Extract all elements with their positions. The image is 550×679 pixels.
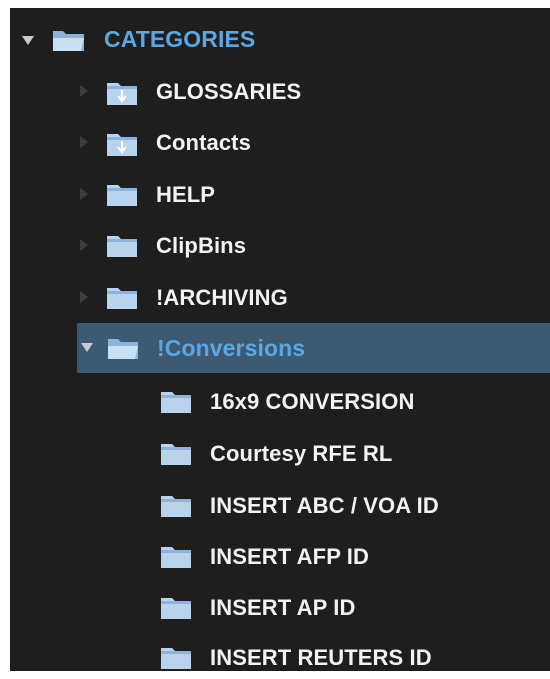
tree-item-label[interactable]: Contacts <box>156 130 251 156</box>
tree-child-label[interactable]: Courtesy RFE RL <box>210 441 392 467</box>
tree-row-insert-abc-voa-id[interactable]: INSERT ABC / VOA ID <box>10 478 550 528</box>
folder-open-icon <box>108 339 138 359</box>
tree-child-label[interactable]: INSERT AP ID <box>210 595 355 621</box>
expand-right-triangle-icon[interactable] <box>80 85 88 97</box>
tree-row-insert-afp-id[interactable]: INSERT AFP ID <box>10 529 550 579</box>
folder-icon <box>161 444 191 465</box>
tree-row-insert-ap-id[interactable]: INSERT AP ID <box>10 580 550 630</box>
tree-row-contacts[interactable]: Contacts <box>10 116 550 166</box>
folder-open-icon <box>53 31 84 51</box>
folder-download-icon <box>107 83 137 105</box>
tree-root-label[interactable]: CATEGORIES <box>104 26 255 53</box>
tree-row-16x9-conversion[interactable]: 16x9 CONVERSION <box>10 374 550 424</box>
tree-row-help[interactable]: HELP <box>10 168 550 218</box>
tree-item-label[interactable]: !ARCHIVING <box>156 285 288 311</box>
tree-row-archiving[interactable]: !ARCHIVING <box>10 271 550 321</box>
tree-item-label[interactable]: GLOSSARIES <box>156 79 301 105</box>
tree-child-label[interactable]: INSERT AFP ID <box>210 544 369 570</box>
tree-row-clipbins[interactable]: ClipBins <box>10 219 550 269</box>
folder-icon <box>161 648 191 669</box>
tree-item-label[interactable]: !Conversions <box>157 335 305 362</box>
tree-child-label[interactable]: INSERT REUTERS ID <box>210 645 432 671</box>
category-tree-panel: CATEGORIES GLOSSARIES Contacts HELP Clip… <box>10 8 550 671</box>
folder-icon <box>161 496 191 517</box>
folder-icon <box>107 185 137 206</box>
folder-icon <box>107 236 137 257</box>
expand-right-triangle-icon[interactable] <box>80 239 88 251</box>
expand-right-triangle-icon[interactable] <box>80 136 88 148</box>
folder-icon <box>161 392 191 413</box>
expand-down-triangle-icon[interactable] <box>22 36 34 45</box>
tree-item-label[interactable]: HELP <box>156 182 215 208</box>
expand-right-triangle-icon[interactable] <box>80 188 88 200</box>
tree-child-label[interactable]: 16x9 CONVERSION <box>210 389 414 415</box>
tree-row-categories[interactable]: CATEGORIES <box>10 14 550 64</box>
tree-row-conversions[interactable]: !Conversions <box>77 323 550 373</box>
tree-row-courtesy-rfe-rl[interactable]: Courtesy RFE RL <box>10 426 550 476</box>
folder-download-icon <box>107 134 137 156</box>
tree-item-label[interactable]: ClipBins <box>156 233 246 259</box>
folder-icon <box>161 598 191 619</box>
tree-row-glossaries[interactable]: GLOSSARIES <box>10 65 550 115</box>
expand-down-triangle-icon[interactable] <box>81 343 93 352</box>
tree-child-label[interactable]: INSERT ABC / VOA ID <box>210 493 439 519</box>
expand-right-triangle-icon[interactable] <box>80 291 88 303</box>
folder-icon <box>161 547 191 568</box>
tree-row-insert-reuters-id[interactable]: INSERT REUTERS ID <box>10 630 550 671</box>
folder-icon <box>107 288 137 309</box>
